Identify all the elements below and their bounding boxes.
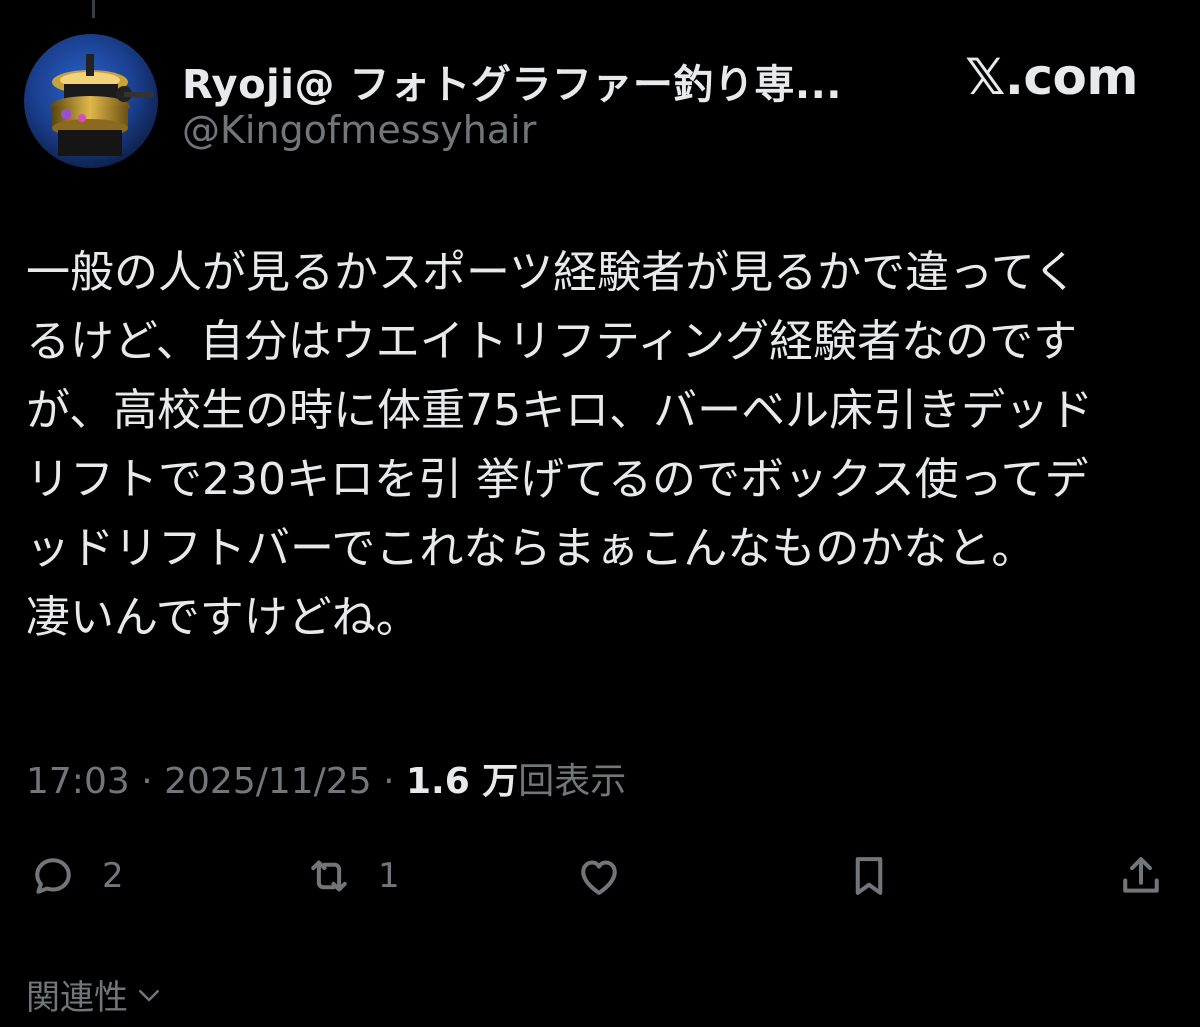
tweet-meta: 17:03 · 2025/11/25 · 1.6 万回表示	[26, 752, 626, 804]
share-icon	[1123, 857, 1159, 893]
views-count: 1.6 万	[405, 761, 519, 802]
author-display-name[interactable]: Ryoji@ フォトグラファー釣り専...	[182, 52, 842, 110]
repost-count: 1	[378, 856, 400, 896]
tweet-text-line: ッドリフトバーでこれならまぁこんなものかなと。	[26, 523, 1036, 574]
tweet-text: 一般の人が見るかスポーツ経験者が見るかで違ってく るけど、自分はウエイトリフティ…	[26, 238, 1176, 652]
repost-button[interactable]: 1	[302, 846, 400, 906]
share-button[interactable]	[1114, 846, 1168, 906]
tweet-date[interactable]: 2025/11/25	[164, 761, 372, 802]
repost-icon	[311, 860, 347, 892]
tweet-text-line: が、高校生の時に体重75キロ、バーベル床引きデッド	[26, 385, 1094, 436]
brand-logo: 𝕏.com	[965, 48, 1138, 106]
bookmark-button[interactable]	[842, 846, 896, 906]
sort-relevance-label: 関連性	[26, 978, 128, 1018]
meta-separator: ·	[141, 761, 153, 802]
tweet-text-line: るけど、自分はウエイトリフティング経験者なのです	[26, 316, 1078, 367]
meta-separator: ·	[383, 761, 395, 802]
tweet-text-line: リフトで230キロを引 挙げてるのでボックス使ってデ	[26, 454, 1089, 505]
action-bar: 2 1	[0, 846, 1200, 906]
views-label: 回表示	[518, 761, 627, 802]
heart-icon	[581, 860, 617, 895]
fishing-reel-avatar-icon	[24, 34, 158, 168]
tweet-text-line: 凄いんですけどね。	[26, 592, 420, 643]
like-button[interactable]	[572, 846, 626, 906]
avatar[interactable]	[24, 34, 158, 168]
reply-count: 2	[102, 856, 124, 896]
chevron-down-icon	[139, 989, 159, 1001]
tweet-text-line: 一般の人が見るかスポーツ経験者が見るかで違ってく	[26, 247, 1078, 298]
tweet-time[interactable]: 17:03	[26, 761, 130, 802]
author-handle[interactable]: @Kingofmessyhair	[182, 108, 536, 152]
reply-icon	[35, 858, 71, 894]
bookmark-icon	[855, 857, 883, 895]
sort-relevance-dropdown[interactable]: 関連性	[26, 970, 164, 1019]
thread-connector-line	[92, 0, 95, 18]
reply-button[interactable]: 2	[26, 846, 124, 906]
